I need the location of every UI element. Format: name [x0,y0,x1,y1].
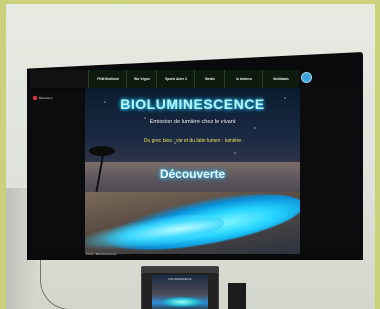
frame-border [375,0,380,309]
frame-border [0,0,380,4]
laptop-caption: BIOLUMINESCENCE [168,278,192,281]
logo: Biophoton [33,96,53,100]
top-navigation: PNM Bioillumi Bio Végan Sports Autre 3 B… [30,70,360,88]
photo: PNM Bioillumi Bio Végan Sports Autre 3 B… [0,0,380,309]
left-panel: Biophoton [30,92,85,254]
nav-item[interactable]: Bio Végan [126,70,157,88]
slide-subtitle: Emission de lumière chez le vivant [149,119,236,125]
tv-bezel [27,256,363,260]
discover-button[interactable]: Découverte [85,167,300,181]
device-box [228,283,246,309]
laptop: BIOLUMINESCENCE [141,266,219,309]
laptop-wave [162,297,202,307]
nav-item[interactable]: Multitasks [262,70,299,88]
hero-slide: BIOLUMINESCENCE Emission de lumière chez… [85,88,300,254]
logo-label: Biophoton [39,96,53,100]
avatar-icon[interactable] [301,72,312,83]
nav-left-blank [30,70,88,88]
logo-icon [33,96,37,100]
nav-item[interactable]: Sports Autre 3 [156,70,195,88]
nav-item[interactable]: Bestis [194,70,225,88]
nav-item[interactable]: PNM Bioillumi [88,70,127,88]
right-panel [300,88,360,254]
slide-title: BIOLUMINESCENCE [120,96,265,112]
nav-item[interactable]: lo lumineu [224,70,263,88]
slide-etymology: Du grec bios : vie et du latin lumen : l… [143,138,242,144]
cable [40,260,101,309]
laptop-toolbar [142,267,218,273]
laptop-screen: BIOLUMINESCENCE [152,275,208,309]
